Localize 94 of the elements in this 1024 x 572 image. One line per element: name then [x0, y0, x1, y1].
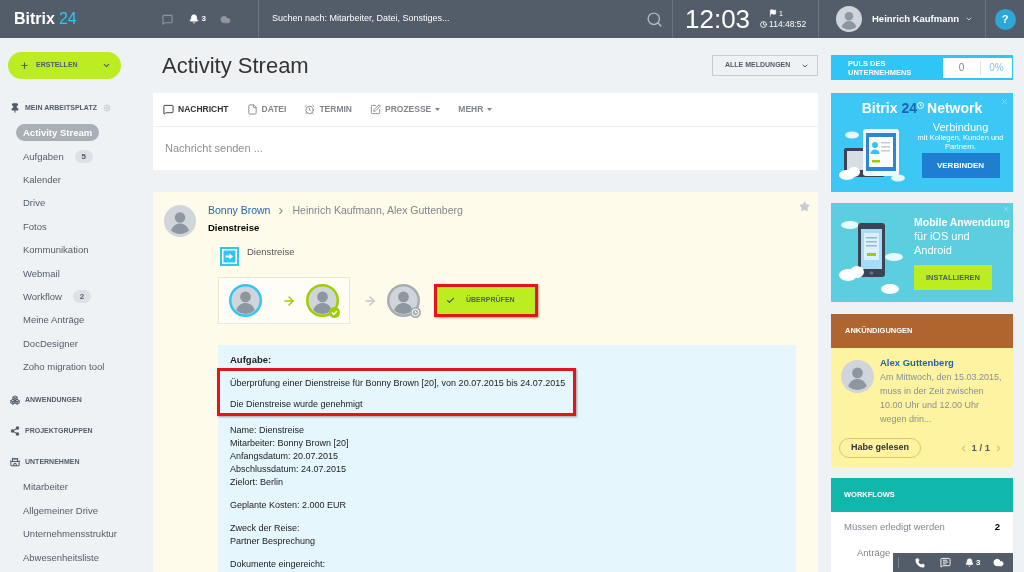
avatar	[229, 284, 262, 317]
pulse-panel[interactable]: 0 0%	[943, 57, 1012, 78]
user-name[interactable]: Heinrich Kaufmann	[872, 11, 960, 27]
avatar	[841, 360, 874, 393]
announcement-author[interactable]: Alex Guttenberg	[880, 357, 1006, 369]
message-input-field[interactable]: Nachricht senden ...	[153, 127, 818, 170]
caret-icon[interactable]	[965, 15, 974, 23]
summary-text: Überprüfung einer Dienstreise für Bonny Brown [20], von 20.07.2015 bis 24.07.2015	[230, 377, 566, 390]
caret-icon	[102, 61, 111, 70]
composer-tab[interactable]: DATEI	[246, 103, 287, 116]
detail-text: Zielort: Berlin	[230, 476, 284, 489]
sidebar-item[interactable]: Meine Anträge	[16, 311, 92, 329]
star-icon[interactable]	[799, 201, 810, 212]
avatar	[164, 205, 196, 237]
clock-icon	[917, 102, 925, 109]
workflow-row-label[interactable]: Anträge	[857, 545, 891, 561]
check-icon	[446, 296, 455, 305]
task-heading: Aufgabe:	[230, 353, 273, 367]
clock-time: 12:03	[685, 6, 751, 32]
sidebar-item[interactable]: Drive	[16, 194, 53, 212]
network-heading: Verbindung	[932, 121, 989, 134]
sidebar-item[interactable]: Unternehmensstruktur	[16, 525, 124, 543]
check-badge-icon	[329, 307, 340, 318]
pager-text: 1 / 1	[971, 440, 990, 455]
sidebar-item[interactable]: Aufgaben	[16, 147, 71, 165]
author-link[interactable]: Bonny Brown	[208, 203, 271, 219]
user-avatar	[836, 6, 862, 32]
composer-tab[interactable]: TERMIN	[304, 103, 352, 116]
sidebar-item[interactable]: DocDesigner	[16, 334, 85, 352]
detail-text: Geplante Kosten: 2.000 EUR	[230, 499, 348, 512]
workflow-row-label[interactable]: Müssen erledigt werden	[844, 519, 945, 535]
boxes-icon	[10, 395, 20, 406]
detail-text: Name: Dienstreise	[230, 424, 306, 437]
file-icon	[246, 104, 258, 115]
detail-text: Anfangsdatum: 20.07.2015	[230, 450, 340, 463]
sidebar-item[interactable]: Allgemeiner Drive	[16, 501, 105, 519]
castle-icon	[10, 457, 20, 468]
alarm-clock-icon	[304, 104, 316, 115]
phone-icon[interactable]	[915, 557, 925, 568]
mobile-text: für iOS und Android	[914, 229, 971, 257]
sidebar-item[interactable]: Abwesenheitsliste	[16, 548, 107, 566]
sidebar-item[interactable]: Kalender	[16, 170, 69, 188]
work-timer: 114:48:52	[769, 20, 807, 29]
cloud-icon[interactable]	[993, 557, 1005, 568]
notification-count: 3	[976, 556, 981, 569]
pin-icon	[10, 103, 20, 113]
recipients: Heinrich Kaufmann, Alex Guttenberg	[292, 203, 463, 219]
flag-icon[interactable]	[769, 9, 778, 18]
notification-count: 3	[201, 13, 206, 25]
workflow-count: 2	[994, 519, 1000, 534]
network-title: Network	[927, 100, 983, 117]
count-badge: 5	[74, 149, 93, 163]
mobile-heading: Mobile Anwendung	[914, 215, 1010, 229]
logo[interactable]: Bitrix 24	[14, 11, 77, 27]
sidebar-item[interactable]: Fotos	[16, 217, 54, 235]
connect-button[interactable]: VERBINDEN	[921, 153, 1000, 178]
sidebar-item[interactable]: Workflow	[16, 287, 69, 305]
composer-tab[interactable]: NACHRICHT	[163, 103, 229, 116]
detail-text: Mitarbeiter: Bonny Brown [20]	[230, 437, 350, 450]
speech-bubble-icon	[163, 104, 174, 115]
plus-icon	[20, 61, 29, 70]
detail-text: Abschlussdatum: 24.07.2015	[230, 463, 348, 476]
post-title: Dienstreise	[208, 222, 261, 234]
clock-icon	[760, 21, 768, 28]
arrow-icon	[282, 293, 296, 308]
network-logo: Bitrix 24	[861, 100, 918, 117]
process-name: Dienstreise	[247, 246, 295, 258]
announcement-text: Am Mittwoch, den 15.03.2015, muss in der Zeit zwischen 10.00 Uhr und 12.00 Uhr wegen drin...	[880, 371, 1003, 426]
share-icon	[10, 426, 20, 437]
pulse-percent: 0%	[988, 61, 1005, 75]
detail-text: Zweck der Reise:	[230, 522, 301, 535]
arrow-icon	[363, 293, 377, 308]
bell-icon[interactable]	[965, 558, 974, 567]
detail-text: Dokumente eingereicht:	[230, 558, 327, 571]
count-badge: 2	[72, 289, 91, 303]
edit-icon	[370, 104, 381, 115]
process-icon	[220, 247, 239, 266]
summary-text: Die Dienstreise wurde genehmigt	[230, 398, 364, 411]
sidebar-item[interactable]: Kommunikation	[16, 241, 96, 259]
bell-icon[interactable]	[188, 14, 199, 24]
sidebar-item[interactable]: Webmail	[16, 264, 67, 282]
chat-icon[interactable]	[161, 13, 173, 25]
search-icon[interactable]	[646, 10, 663, 28]
avatar	[387, 284, 420, 317]
clock-badge-icon	[410, 307, 421, 318]
sidebar-item[interactable]: Mitarbeiter	[16, 478, 75, 496]
search-field[interactable]: Suchen nach: Mitarbeiter, Datei, Sonstiges...	[272, 12, 646, 26]
avatar	[306, 284, 339, 317]
page-title: Activity Stream	[162, 54, 309, 77]
sidebar-item[interactable]: Zoho migration tool	[16, 358, 112, 376]
composer-tab[interactable]: PROZESSE	[370, 103, 441, 116]
pulse-count: 0	[957, 61, 966, 75]
detail-text: Partner Besprechung	[230, 535, 317, 548]
composer-tab[interactable]: MEHR	[458, 103, 493, 116]
